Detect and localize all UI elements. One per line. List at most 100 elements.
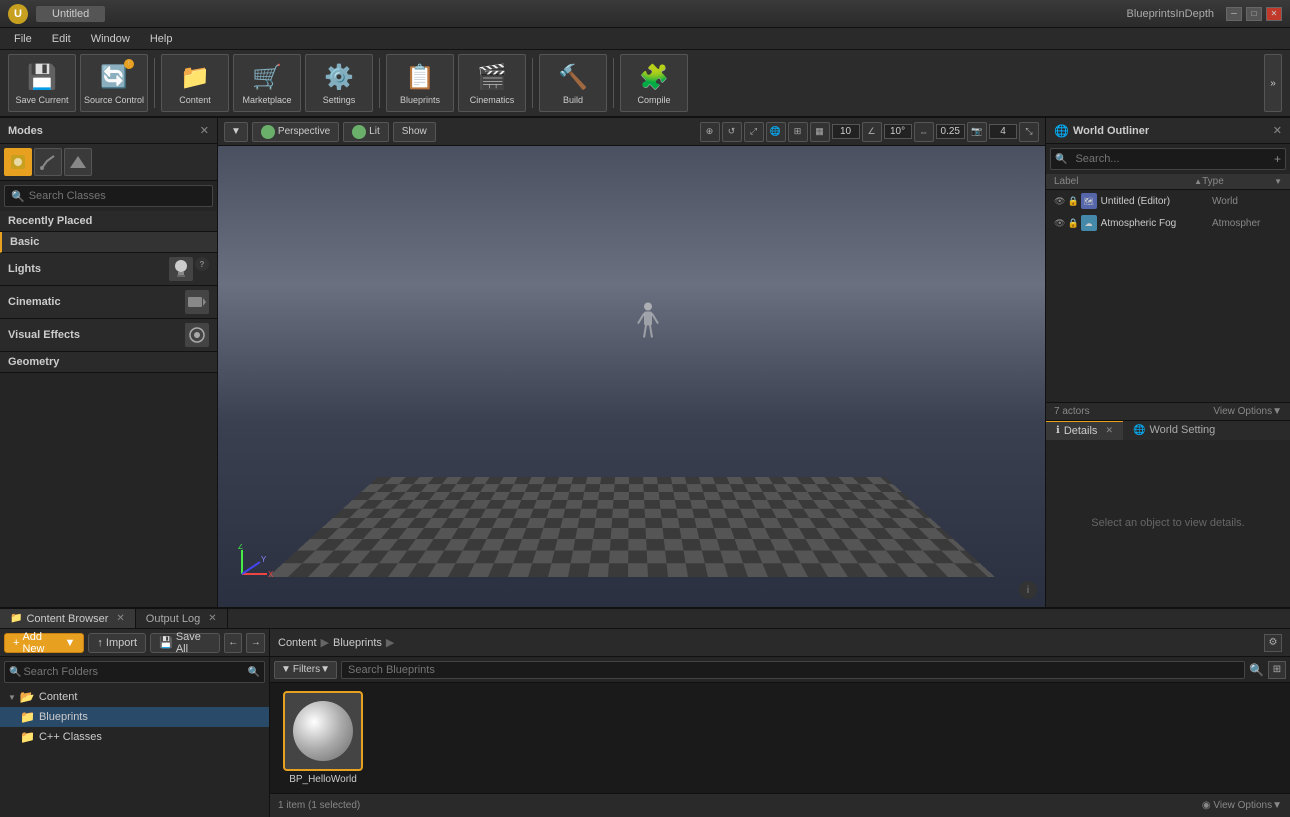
- menu-edit[interactable]: Edit: [42, 31, 81, 47]
- menu-help[interactable]: Help: [140, 31, 183, 47]
- lights-header[interactable]: Lights ?: [0, 253, 217, 286]
- close-button[interactable]: ✕: [1266, 7, 1282, 21]
- cinematic-header[interactable]: Cinematic: [0, 286, 217, 319]
- app-name-label: BlueprintsInDepth: [1127, 8, 1214, 20]
- details-tab[interactable]: ℹ Details ✕: [1046, 421, 1123, 440]
- show-label: Show: [402, 126, 427, 137]
- tree-item-content[interactable]: ▼ 📂 Content: [0, 687, 269, 707]
- folder-search-loupe[interactable]: 🔍: [248, 667, 260, 678]
- outliner-close[interactable]: ✕: [1273, 124, 1282, 137]
- folder-search-input[interactable]: [23, 663, 245, 681]
- blueprints-button[interactable]: 📋 Blueprints: [386, 54, 454, 112]
- asset-bp-helloworld[interactable]: BP_HelloWorld: [278, 691, 368, 785]
- basic-header[interactable]: Basic: [0, 232, 217, 253]
- landscape-mode-icon[interactable]: [64, 148, 92, 176]
- recently-placed-header[interactable]: Recently Placed: [0, 211, 217, 232]
- cb-search-icon[interactable]: 🔍: [1249, 663, 1264, 677]
- world-setting-label: World Setting: [1149, 424, 1215, 436]
- folder-search[interactable]: 🔍 🔍: [4, 661, 265, 683]
- vp-scale-btn[interactable]: ⤢: [744, 122, 764, 142]
- outliner-search-icon: 🔍: [1055, 154, 1067, 165]
- toolbar-separator-2: [379, 58, 380, 108]
- tree-item-blueprints[interactable]: 📁 Blueprints: [0, 707, 269, 727]
- placement-mode-icon[interactable]: [4, 148, 32, 176]
- vp-snap-btn[interactable]: ⊞: [788, 122, 808, 142]
- nav-back-button[interactable]: ←: [224, 633, 243, 653]
- vp-angle-snap-btn[interactable]: ∠: [862, 122, 882, 142]
- search-classes-input[interactable]: [29, 190, 206, 202]
- paint-mode-icon[interactable]: [34, 148, 62, 176]
- minimize-button[interactable]: ─: [1226, 7, 1242, 21]
- outliner-add-icon[interactable]: +: [1274, 152, 1281, 166]
- vp-world-btn[interactable]: 🌐: [766, 122, 786, 142]
- expand-icon: »: [1264, 54, 1282, 112]
- world-setting-tab[interactable]: 🌐 World Setting: [1123, 421, 1225, 440]
- main-area: Modes ✕ 🔍 Recently Placed Basic: [0, 118, 1290, 607]
- settings-button[interactable]: ⚙️ Settings: [305, 54, 373, 112]
- mode-icons-row: [0, 144, 217, 181]
- source-control-button[interactable]: 🔄 ! Source Control: [80, 54, 148, 112]
- outliner-search[interactable]: 🔍 +: [1050, 148, 1286, 170]
- visual-effects-header[interactable]: Visual Effects: [0, 319, 217, 352]
- vp-grid-btn[interactable]: ▦: [810, 122, 830, 142]
- content-browser-tab-close[interactable]: ✕: [116, 613, 124, 624]
- perspective-button[interactable]: Perspective: [252, 122, 339, 142]
- cb-item-count: 1 item (1 selected): [278, 800, 360, 811]
- vp-transform-btn[interactable]: ⊕: [700, 122, 720, 142]
- cb-view-toggle[interactable]: ⊞: [1268, 661, 1286, 679]
- vp-scale-value[interactable]: 0.25: [936, 124, 965, 139]
- outliner-search-input[interactable]: [1069, 150, 1272, 168]
- vp-maximize-btn[interactable]: ⤡: [1019, 122, 1039, 142]
- save-all-button[interactable]: 💾 Save All: [150, 633, 220, 653]
- cinematics-button[interactable]: 🎬 Cinematics: [458, 54, 526, 112]
- vp-angle-value[interactable]: 10°: [884, 124, 912, 139]
- path-blueprints[interactable]: Blueprints: [333, 637, 382, 649]
- search-classes-field[interactable]: 🔍: [4, 185, 213, 207]
- save-current-button[interactable]: 💾 Save Current: [8, 54, 76, 112]
- viewport-canvas[interactable]: X Z Y i: [218, 146, 1045, 607]
- marketplace-icon: 🛒: [251, 61, 283, 93]
- toolbar-expand[interactable]: »: [1264, 54, 1282, 112]
- content-browser-tab[interactable]: 📁 Content Browser ✕: [0, 609, 136, 628]
- outliner-item-editor[interactable]: 👁 🔒 🗺 Untitled (Editor) World: [1046, 190, 1290, 212]
- vp-grid-size[interactable]: 10: [832, 124, 860, 139]
- output-log-tab-close[interactable]: ✕: [208, 613, 216, 624]
- tree-item-cpp[interactable]: 📁 C++ Classes: [0, 727, 269, 747]
- lit-button[interactable]: Lit: [343, 122, 389, 142]
- marketplace-button[interactable]: 🛒 Marketplace: [233, 54, 301, 112]
- vp-camera-btn[interactable]: 📷: [967, 122, 987, 142]
- show-button[interactable]: Show: [393, 122, 436, 142]
- perspective-dropdown[interactable]: ▼: [224, 122, 248, 142]
- modes-header: Modes ✕: [0, 118, 217, 144]
- nav-forward-button[interactable]: →: [246, 633, 265, 653]
- content-button[interactable]: 📁 Content: [161, 54, 229, 112]
- outliner-item-fog[interactable]: 👁 🔒 ☁ Atmospheric Fog Atmospher: [1046, 212, 1290, 234]
- add-new-button[interactable]: + Add New ▼: [4, 633, 84, 653]
- import-label: Import: [106, 637, 137, 649]
- path-content[interactable]: Content: [278, 637, 317, 649]
- cb-view-options[interactable]: ◉ View Options▼: [1202, 800, 1282, 811]
- outliner-editor-icon: 🗺: [1081, 193, 1097, 209]
- modes-close[interactable]: ✕: [200, 124, 209, 137]
- blueprints-icon: 📋: [404, 61, 436, 93]
- compile-button[interactable]: 🧩 Compile: [620, 54, 688, 112]
- view-options-btn[interactable]: View Options▼: [1213, 406, 1282, 417]
- viewport-info-icon[interactable]: i: [1019, 581, 1037, 599]
- vp-rotate-btn[interactable]: ↺: [722, 122, 742, 142]
- vp-camera-speed[interactable]: 4: [989, 124, 1017, 139]
- filters-button[interactable]: ▼ Filters▼: [274, 661, 337, 679]
- vp-scale-snap-btn[interactable]: ⇔: [914, 122, 934, 142]
- source-control-label: Source Control: [84, 95, 144, 105]
- bottom-content: + Add New ▼ ↑ Import 💾 Save All ← → 🔍: [0, 629, 1290, 817]
- restore-button[interactable]: □: [1246, 7, 1262, 21]
- menu-file[interactable]: File: [4, 31, 42, 47]
- menu-window[interactable]: Window: [81, 31, 140, 47]
- geometry-header[interactable]: Geometry: [0, 352, 217, 373]
- output-log-tab[interactable]: Output Log ✕: [136, 609, 228, 628]
- details-tab-close[interactable]: ✕: [1105, 425, 1113, 436]
- cb-settings-icon[interactable]: ⚙: [1264, 634, 1282, 652]
- cb-search-input[interactable]: [341, 661, 1245, 679]
- import-button[interactable]: ↑ Import: [88, 633, 146, 653]
- build-button[interactable]: 🔨 Build: [539, 54, 607, 112]
- outliner-label-column: Label: [1054, 176, 1192, 187]
